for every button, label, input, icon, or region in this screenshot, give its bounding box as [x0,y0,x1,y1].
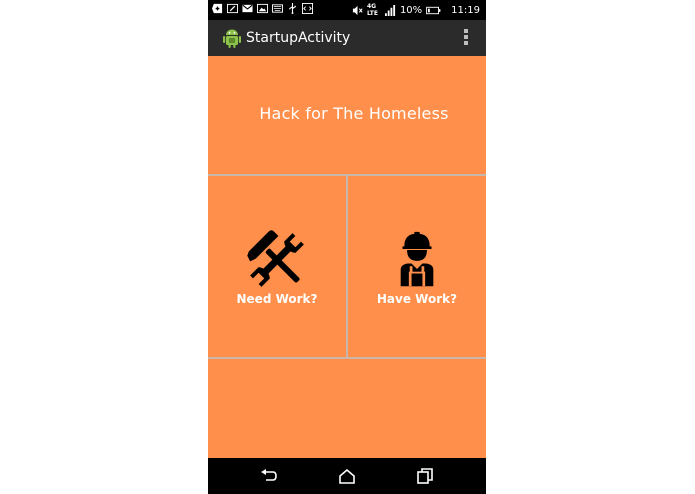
need-work-button[interactable]: Need Work? [208,176,346,357]
add-icon [212,3,223,14]
phone-screen: 4G LTE 10% 11:19 StartupActivity Hack fo… [208,0,486,494]
app-title: StartupActivity [246,30,351,46]
usb-icon [289,3,296,14]
image-icon [257,3,268,14]
back-icon[interactable] [260,468,278,484]
header-section: Hack for The Homeless [208,56,486,174]
tools-icon [247,230,304,287]
system-icons: 4G LTE 10% 11:19 [352,3,480,17]
notification-icons [212,3,313,14]
need-work-label: Need Work? [236,292,318,306]
navigation-bar [208,458,486,494]
recents-icon[interactable] [416,468,434,484]
bottom-divider [208,357,486,359]
signal-icon [384,4,396,16]
home-icon[interactable] [338,468,356,484]
android-icon [223,29,241,48]
have-work-label: Have Work? [376,292,458,306]
clock: 11:19 [451,4,480,16]
code-icon [302,3,313,14]
action-bar: StartupActivity [208,20,486,56]
overflow-menu-icon[interactable] [462,29,470,47]
network-type: 4G LTE [366,3,378,17]
status-bar: 4G LTE 10% 11:19 [208,0,486,20]
mute-icon [352,5,363,15]
worker-icon [400,231,434,287]
gmail-icon [242,4,253,13]
have-work-button[interactable]: Have Work? [348,176,486,357]
keyboard-icon [272,4,283,13]
app-heading: Hack for The Homeless [259,104,449,123]
battery-icon [426,6,441,14]
battery-percent: 10% [399,4,423,16]
edit-icon [227,3,238,14]
